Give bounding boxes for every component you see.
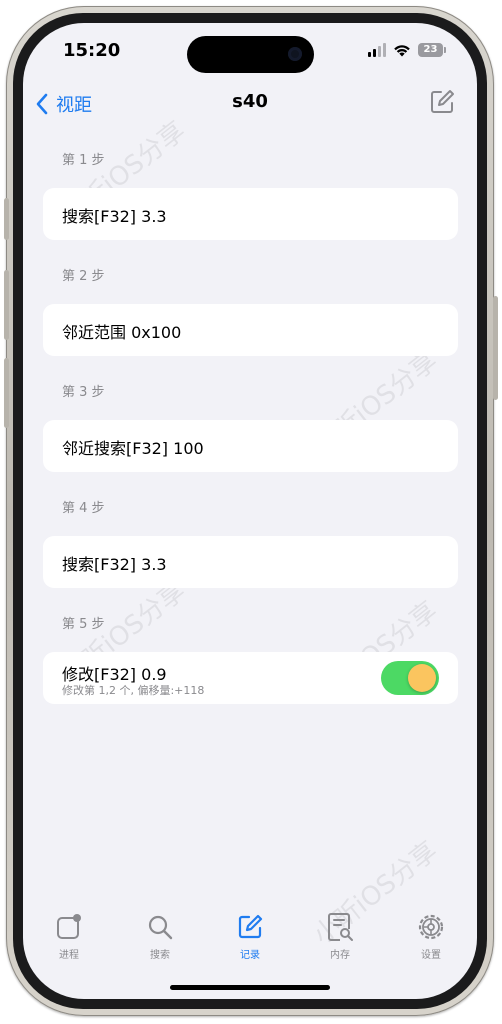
action-button bbox=[4, 198, 9, 240]
section-header: 第 5 步 bbox=[62, 617, 105, 632]
tab-label: 进程 bbox=[59, 950, 79, 961]
step-subtitle: 修改第 1,2 个, 偏移量:+118 bbox=[62, 684, 205, 697]
screen: 15:20 23 视距 s40 小昕iOS分享 小昕iOS分享 小昕iOS分享 … bbox=[23, 23, 477, 999]
tab-label: 设置 bbox=[421, 950, 441, 961]
step-cell[interactable]: 邻近范围 0x100 bbox=[43, 304, 458, 356]
process-icon bbox=[57, 914, 81, 939]
section-header: 第 1 步 bbox=[62, 153, 105, 168]
page-title: s40 bbox=[232, 91, 268, 112]
compose-icon bbox=[431, 90, 454, 113]
step-title: 搜索[F32] 3.3 bbox=[62, 555, 167, 574]
step-cell[interactable]: 搜索[F32] 3.3 bbox=[43, 536, 458, 588]
status-icons: 23 bbox=[368, 43, 446, 57]
tab-memory[interactable]: 内存 bbox=[300, 911, 380, 961]
tab-label: 内存 bbox=[330, 950, 350, 961]
step-cell[interactable]: 修改[F32] 0.9 修改第 1,2 个, 偏移量:+118 bbox=[43, 652, 458, 704]
home-indicator[interactable] bbox=[170, 985, 330, 990]
tab-record[interactable]: 记录 bbox=[210, 911, 290, 961]
toggle-knob bbox=[408, 664, 436, 692]
step-list: 第 1 步 搜索[F32] 3.3 第 2 步 邻近范围 0x100 第 3 步… bbox=[43, 151, 458, 731]
record-edit-icon bbox=[238, 914, 263, 939]
step-title: 搜索[F32] 3.3 bbox=[62, 207, 167, 226]
tab-settings[interactable]: 设置 bbox=[391, 911, 471, 961]
step-title: 邻近范围 0x100 bbox=[62, 323, 182, 342]
memory-icon bbox=[328, 913, 353, 941]
wifi-icon bbox=[394, 45, 410, 57]
settings-gear-icon bbox=[418, 914, 444, 940]
tab-search[interactable]: 搜索 bbox=[120, 911, 200, 961]
tab-process[interactable]: 进程 bbox=[29, 911, 109, 961]
step-cell[interactable]: 搜索[F32] 3.3 bbox=[43, 188, 458, 240]
tab-label: 记录 bbox=[240, 950, 260, 961]
section-header: 第 4 步 bbox=[62, 501, 105, 516]
power-button bbox=[493, 296, 498, 400]
volume-up-button bbox=[4, 270, 9, 340]
dynamic-island bbox=[187, 36, 314, 73]
compose-button[interactable] bbox=[429, 89, 455, 119]
tab-label: 搜索 bbox=[150, 950, 170, 961]
search-icon bbox=[148, 915, 173, 940]
section-header: 第 2 步 bbox=[62, 269, 105, 284]
step-enable-toggle[interactable] bbox=[381, 661, 439, 695]
tab-bar: 进程 搜索 记录 内存 设置 bbox=[23, 899, 477, 999]
cellular-signal-icon bbox=[368, 43, 386, 57]
battery-icon: 23 bbox=[418, 43, 446, 57]
section-header: 第 3 步 bbox=[62, 385, 105, 400]
volume-down-button bbox=[4, 358, 9, 428]
camera-icon bbox=[288, 47, 302, 61]
step-title: 邻近搜索[F32] 100 bbox=[62, 439, 204, 458]
step-cell[interactable]: 邻近搜索[F32] 100 bbox=[43, 420, 458, 472]
status-time: 15:20 bbox=[63, 40, 121, 61]
